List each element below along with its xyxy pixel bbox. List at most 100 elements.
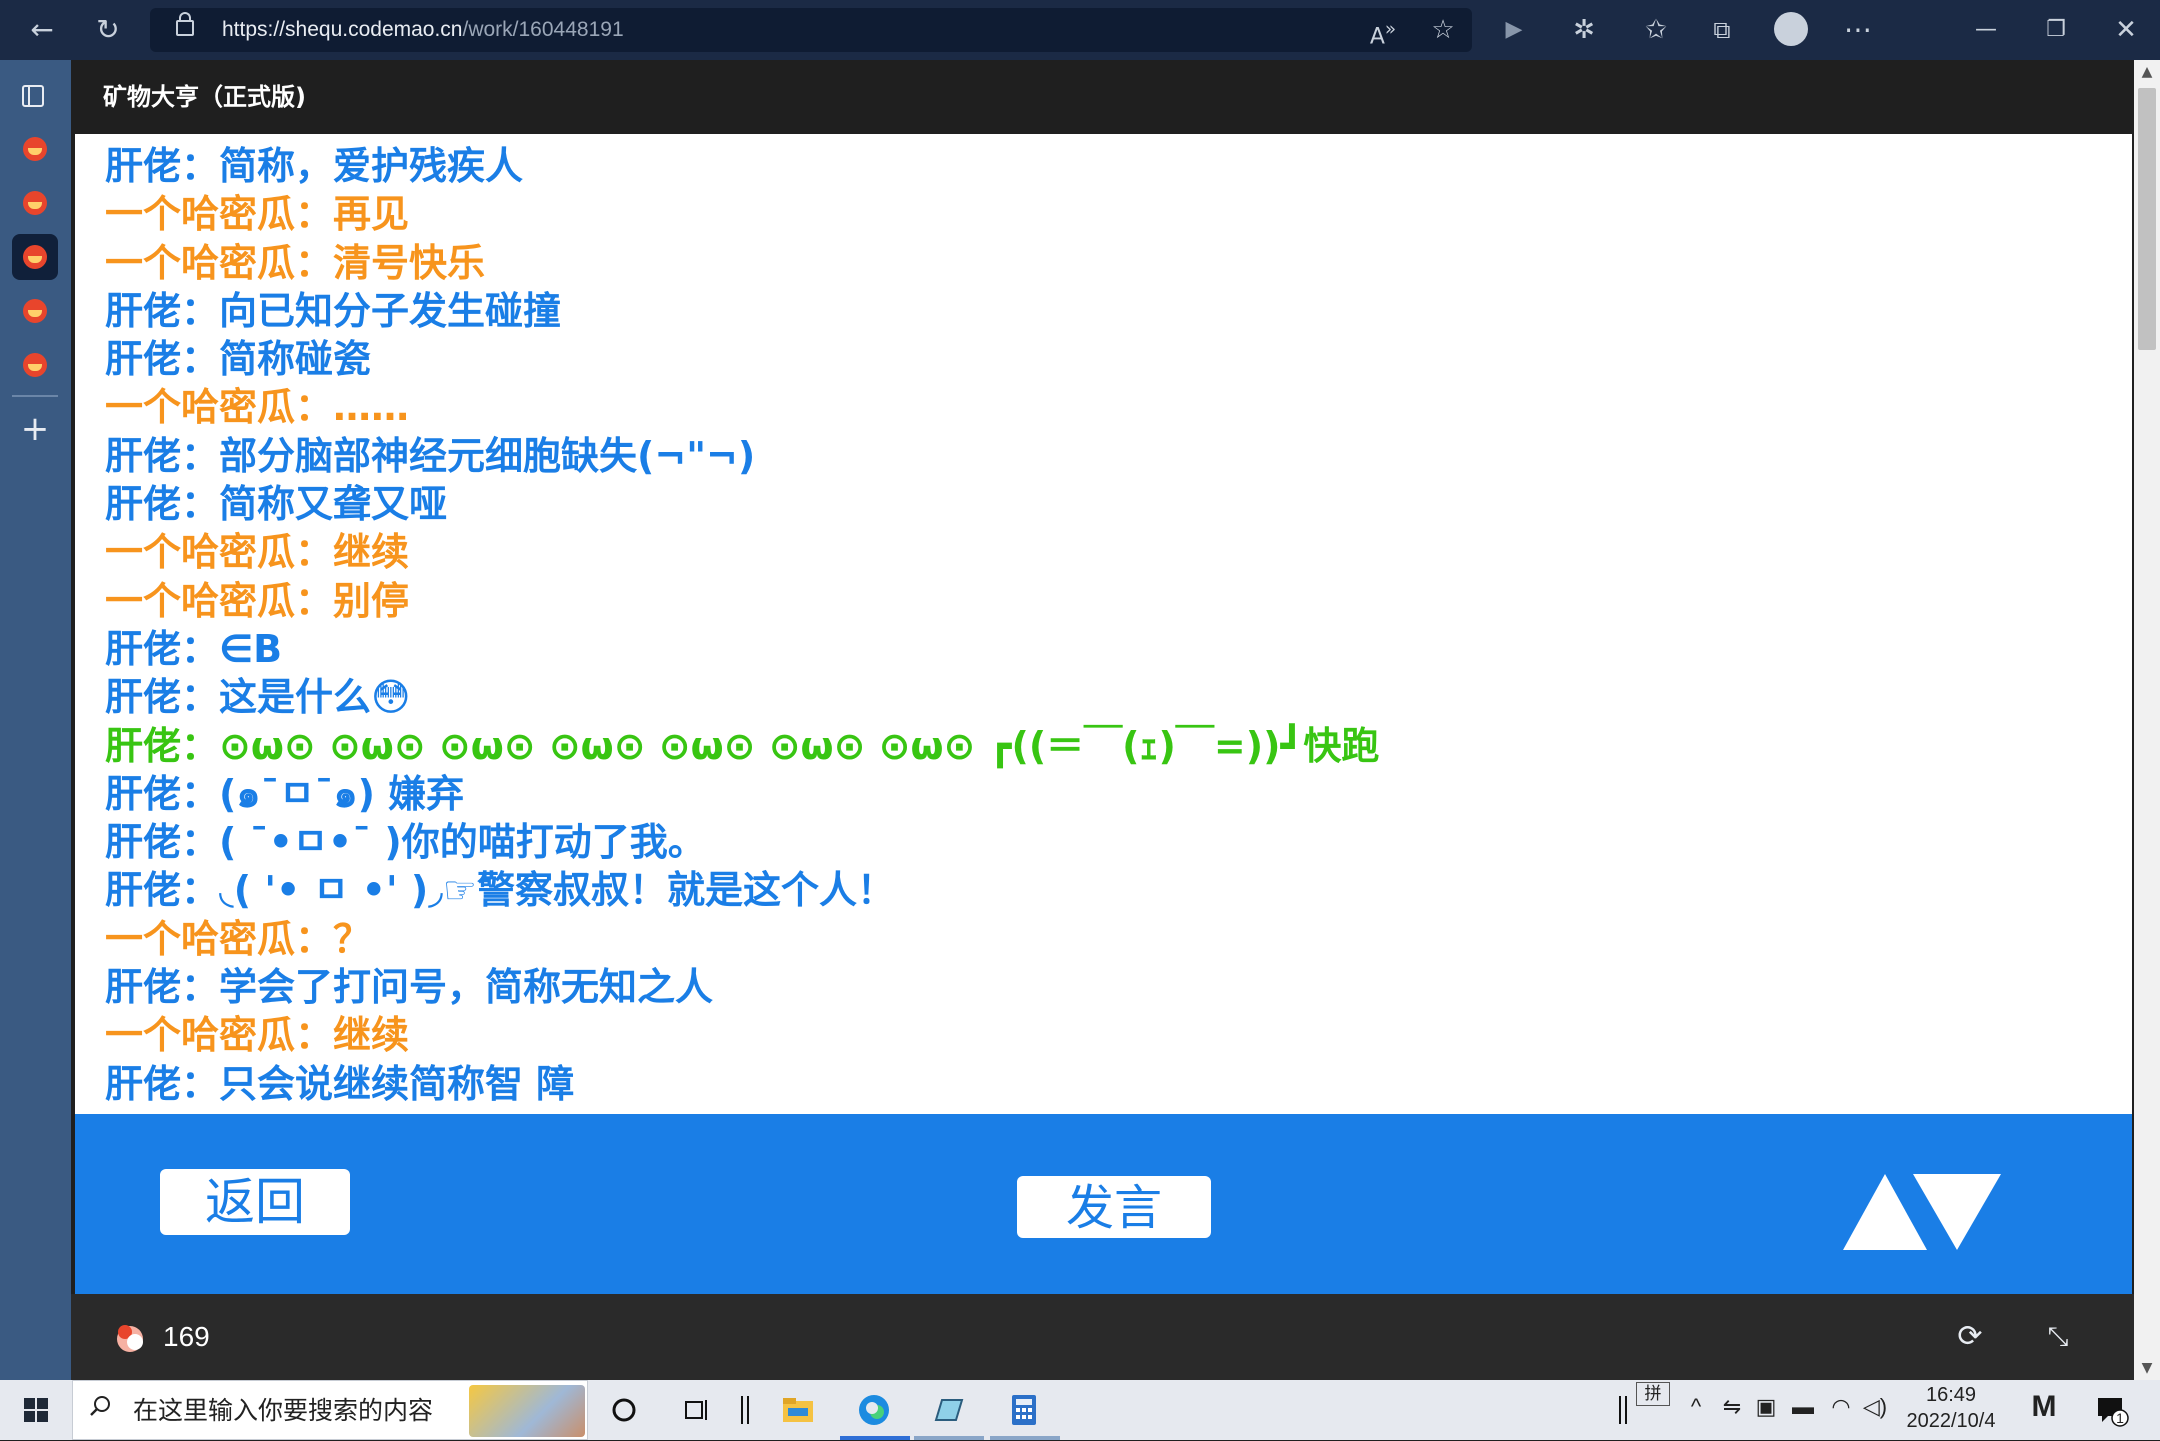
work-header: 矿物大亨（正式版) [71, 60, 2134, 134]
app-notebook-icon[interactable] [930, 1392, 966, 1428]
chat-line: 一个哈密瓜：再见 [105, 190, 2105, 238]
chat-line: 肝佬：简称又聋又哑 [105, 480, 2105, 528]
chat-message: 简称，爱护残疾人 [219, 144, 524, 188]
settings-sliders-icon[interactable]: ⇋ [1718, 1394, 1746, 1420]
chat-message: ？ [333, 916, 372, 961]
chat-speaker: 肝佬： [105, 144, 220, 188]
chat-line: 肝佬：⊙ω⊙ ⊙ω⊙ ⊙ω⊙ ⊙ω⊙ ⊙ω⊙ ⊙ω⊙ ⊙ω⊙ ┏((＝￣(ｪ)￣… [105, 722, 2105, 770]
chat-line: 肝佬：∈B [105, 625, 2105, 673]
chat-speaker: 肝佬： [105, 433, 220, 478]
codemao-favicon-icon [23, 245, 47, 269]
tab-codemao-1[interactable] [12, 126, 58, 172]
chat-line: 肝佬：这是什么😳 [105, 673, 2105, 721]
tab-codemao-2[interactable] [12, 180, 58, 226]
chat-speaker: 一个哈密瓜： [105, 578, 334, 623]
exit-fullscreen-icon[interactable]: ⤡ [2041, 1320, 2075, 1354]
ime-indicator[interactable]: 拼 [1636, 1382, 1670, 1406]
speak-button[interactable]: 发言 [1017, 1176, 1211, 1238]
work-footer: 169 ⟳ ⤡ [71, 1294, 2134, 1380]
game-stage: 肝佬：简称，爱护残疾人 一个哈密瓜：再见 一个哈密瓜：清号快乐 肝佬：向已知分子发生碰… [75, 134, 2132, 1294]
chat-speaker: 一个哈密瓜： [105, 240, 334, 285]
tab-codemao-5[interactable] [12, 342, 58, 388]
chat-message: 再见 [333, 192, 410, 237]
collections-icon[interactable]: ⧉ [1702, 10, 1742, 50]
back-button[interactable]: 返回 [160, 1169, 350, 1235]
notification-count: 1 [2116, 1410, 2124, 1426]
lock-icon [176, 12, 194, 36]
active-app-indicator [840, 1436, 910, 1440]
chat-message: 继续 [333, 1013, 410, 1058]
scroll-up-icon[interactable]: ▲ [2134, 60, 2160, 84]
chat-message: 向已知分子发生碰撞 [219, 288, 562, 333]
tab-actions-icon[interactable] [22, 85, 44, 107]
calculator-icon[interactable] [1006, 1392, 1042, 1428]
add-favorite-icon[interactable]: ☆ [1423, 10, 1463, 50]
taskbar-search-box[interactable]: 在这里输入你要搜索的内容 [72, 1380, 588, 1440]
chat-speaker: 肝佬： [105, 771, 220, 816]
chat-message: ◟( '• ㅁ •' )◞☞警察叔叔！就是这个人！ [219, 868, 895, 913]
chat-speaker: 肝佬： [105, 868, 220, 913]
url-path: /work/160448191 [462, 18, 624, 41]
chat-speaker: 肝佬： [105, 482, 220, 527]
restart-icon[interactable]: ⟳ [1953, 1320, 1987, 1354]
chat-line: 一个哈密瓜：继续 [105, 528, 2105, 576]
close-icon[interactable]: ✕ [2106, 10, 2146, 50]
chat-message: (๑¯ㅁ¯๑) 嫌弃 [219, 771, 465, 816]
cortana-icon[interactable] [606, 1392, 642, 1428]
tab-codemao-4[interactable] [12, 288, 58, 334]
battery-icon[interactable]: ▬ [1788, 1394, 1818, 1420]
chat-line: 肝佬：(๑¯ㅁ¯๑) 嫌弃 [105, 770, 2105, 818]
chat-log: 肝佬：简称，爱护残疾人 一个哈密瓜：再见 一个哈密瓜：清号快乐 肝佬：向已知分子发生碰… [105, 142, 2105, 1108]
scroll-down-triangle-icon[interactable] [1913, 1174, 2001, 1250]
clock-date[interactable]: 2022/10/4 [1896, 1410, 2006, 1433]
refresh-icon[interactable]: ↻ [88, 10, 128, 50]
file-explorer-icon[interactable] [780, 1392, 816, 1428]
chat-line: 一个哈密瓜：…… [105, 383, 2105, 431]
scrollbar-thumb[interactable] [2138, 88, 2156, 350]
chat-speaker: 肝佬： [105, 965, 220, 1010]
chat-line: 肝佬：部分脑部神经元细胞缺失(¬"¬) [105, 432, 2105, 480]
running-app-indicator-2 [990, 1436, 1060, 1440]
profile-avatar[interactable] [1774, 12, 1808, 46]
chat-line: 一个哈密瓜：？ [105, 915, 2105, 963]
page-scrollbar[interactable]: ▲ ▼ [2134, 60, 2160, 1380]
more-menu-icon[interactable]: ⋯ [1838, 10, 1878, 50]
page-title: 矿物大亨（正式版) [103, 83, 306, 111]
restore-icon[interactable]: ❐ [2036, 10, 2076, 50]
chat-message: 简称碰瓷 [219, 337, 372, 382]
minimize-icon[interactable]: — [1966, 10, 2006, 50]
like-icon[interactable] [113, 1320, 147, 1354]
edge-browser-icon[interactable] [856, 1392, 892, 1428]
volume-icon[interactable]: ◁) [1860, 1394, 1890, 1420]
read-aloud-icon[interactable]: A» [1363, 10, 1403, 50]
play-icon[interactable]: ▶ [1494, 10, 1534, 50]
new-tab-button[interactable]: + [12, 406, 58, 452]
extensions-icon[interactable]: ✲ [1564, 10, 1604, 50]
clock-time[interactable]: 16:49 [1896, 1384, 2006, 1407]
like-count: 169 [163, 1321, 210, 1352]
scroll-down-icon[interactable]: ▼ [2134, 1356, 2160, 1380]
chat-speaker: 肝佬： [105, 337, 220, 382]
chat-speaker: 一个哈密瓜： [105, 530, 334, 575]
codemao-favicon-icon [23, 299, 47, 323]
windows-start-icon[interactable] [24, 1398, 48, 1422]
chat-speaker: 一个哈密瓜： [105, 385, 334, 430]
address-bar[interactable]: https://shequ.codemao.cn/work/160448191 … [150, 8, 1472, 52]
network-icon[interactable]: ◠ [1826, 1394, 1856, 1420]
search-placeholder: 在这里输入你要搜索的内容 [133, 1396, 434, 1425]
favorites-icon[interactable]: ✩ [1636, 10, 1676, 50]
tray-expand-icon[interactable]: ^ [1684, 1394, 1708, 1420]
display-icon[interactable]: ▣ [1752, 1394, 1780, 1420]
sidebar-divider [12, 395, 58, 397]
back-arrow-icon[interactable]: ← [22, 10, 62, 50]
chat-line: 肝佬：◟( '• ㅁ •' )◞☞警察叔叔！就是这个人！ [105, 866, 2105, 914]
chat-speaker: 一个哈密瓜： [105, 916, 334, 961]
chat-speaker: 肝佬： [105, 723, 220, 768]
url-host: https://shequ.codemao.cn [222, 18, 463, 41]
tab-codemao-active[interactable] [12, 234, 58, 280]
chat-line: 一个哈密瓜：继续 [105, 1011, 2105, 1059]
chat-line: 肝佬：简称，爱护残疾人 [105, 142, 2105, 190]
chat-message: 继续 [333, 530, 410, 575]
meet-now-icon[interactable]: M [2024, 1390, 2064, 1424]
task-view-icon[interactable] [678, 1392, 714, 1428]
